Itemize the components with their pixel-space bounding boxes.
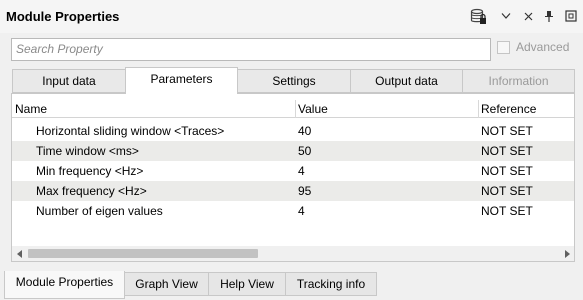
horizontal-scrollbar[interactable] bbox=[12, 246, 574, 261]
bottom-tab-help-view[interactable]: Help View bbox=[208, 272, 286, 296]
column-divider[interactable] bbox=[478, 100, 479, 118]
restore-icon[interactable] bbox=[562, 7, 580, 25]
chevron-down-icon[interactable] bbox=[497, 7, 515, 25]
tab-output-data[interactable]: Output data bbox=[350, 69, 463, 93]
close-icon[interactable] bbox=[519, 7, 537, 25]
tab-input-data[interactable]: Input data bbox=[12, 69, 126, 93]
scroll-left-icon[interactable] bbox=[12, 246, 27, 261]
title-bar: Module Properties bbox=[0, 0, 583, 33]
parameter-value[interactable]: 4 bbox=[298, 164, 305, 178]
parameter-reference[interactable]: NOT SET bbox=[481, 144, 533, 158]
bottom-tab-tracking-info[interactable]: Tracking info bbox=[285, 272, 377, 296]
column-header-reference[interactable]: Reference bbox=[481, 102, 536, 116]
table-row[interactable]: Time window <ms> 50 NOT SET bbox=[12, 141, 574, 161]
panel-title: Module Properties bbox=[6, 9, 120, 24]
parameter-name: Min frequency <Hz> bbox=[36, 164, 144, 178]
column-header-name[interactable]: Name bbox=[15, 102, 47, 116]
parameter-value[interactable]: 4 bbox=[298, 204, 305, 218]
tab-information: Information bbox=[462, 69, 575, 93]
tab-parameters[interactable]: Parameters bbox=[125, 67, 238, 94]
table-row[interactable]: Max frequency <Hz> 95 NOT SET bbox=[12, 181, 574, 201]
parameter-name: Number of eigen values bbox=[36, 204, 163, 218]
bottom-tab-graph-view[interactable]: Graph View bbox=[124, 272, 209, 296]
parameter-reference[interactable]: NOT SET bbox=[481, 124, 533, 138]
column-divider[interactable] bbox=[295, 100, 296, 118]
parameter-name: Horizontal sliding window <Traces> bbox=[36, 124, 225, 138]
parameter-value[interactable]: 50 bbox=[298, 144, 311, 158]
advanced-label: Advanced bbox=[516, 40, 570, 54]
scroll-right-icon[interactable] bbox=[559, 246, 574, 261]
table-header: Name Value Reference bbox=[12, 100, 574, 118]
table-row[interactable]: Horizontal sliding window <Traces> 40 NO… bbox=[12, 121, 574, 141]
parameter-reference[interactable]: NOT SET bbox=[481, 184, 533, 198]
table-row[interactable]: Min frequency <Hz> 4 NOT SET bbox=[12, 161, 574, 181]
advanced-checkbox[interactable] bbox=[497, 40, 510, 54]
tab-settings[interactable]: Settings bbox=[237, 69, 351, 93]
search-input[interactable]: Search Property bbox=[11, 38, 491, 61]
advanced-option[interactable]: Advanced bbox=[497, 40, 569, 54]
parameters-table: Name Value Reference Horizontal sliding … bbox=[11, 93, 575, 262]
table-row[interactable]: Number of eigen values 4 NOT SET bbox=[12, 201, 574, 221]
scrollbar-thumb[interactable] bbox=[28, 249, 258, 258]
parameter-value[interactable]: 40 bbox=[298, 124, 311, 138]
pin-icon[interactable] bbox=[540, 7, 558, 25]
parameter-reference[interactable]: NOT SET bbox=[481, 164, 533, 178]
module-properties-panel: Module Properties Search Property Advanc… bbox=[0, 0, 583, 300]
database-lock-icon[interactable] bbox=[469, 7, 487, 25]
column-header-value[interactable]: Value bbox=[298, 102, 328, 116]
parameter-name: Max frequency <Hz> bbox=[36, 184, 147, 198]
bottom-tab-module-properties[interactable]: Module Properties bbox=[4, 271, 125, 299]
parameter-reference[interactable]: NOT SET bbox=[481, 204, 533, 218]
parameter-value[interactable]: 95 bbox=[298, 184, 311, 198]
parameter-name: Time window <ms> bbox=[36, 144, 139, 158]
